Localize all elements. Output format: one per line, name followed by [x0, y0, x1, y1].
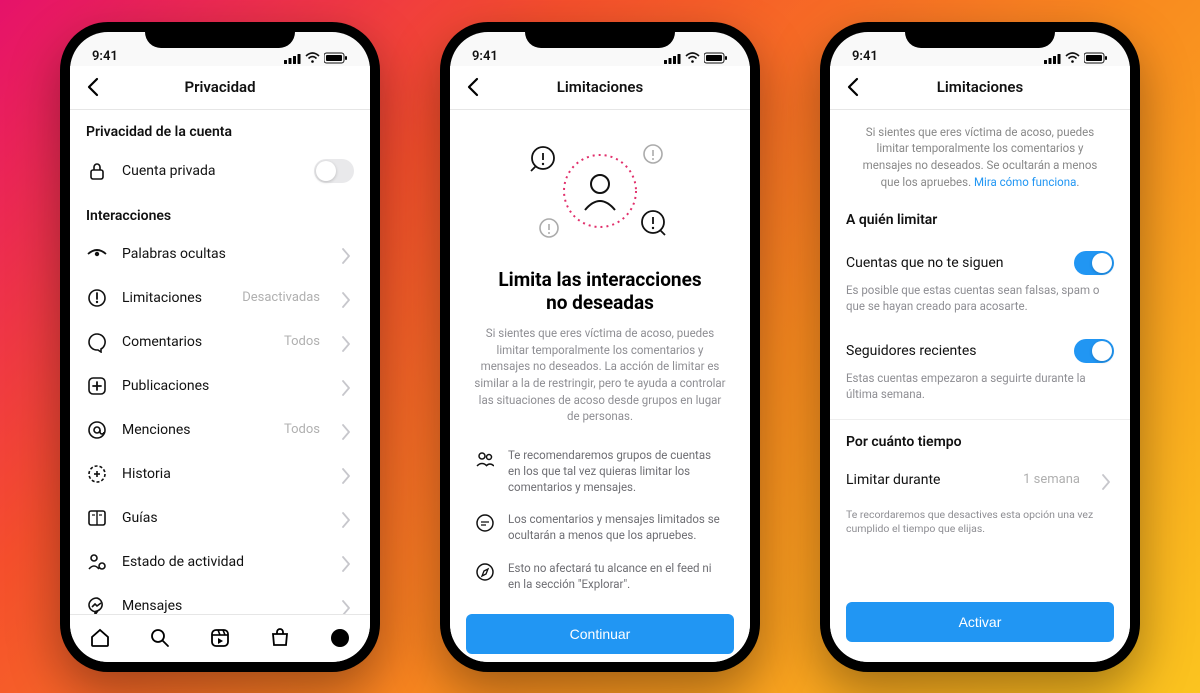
- row-recent-followers[interactable]: Seguidores recientes: [830, 324, 1130, 368]
- notch: [905, 22, 1055, 48]
- row-hidden-words[interactable]: Palabras ocultas: [70, 232, 370, 276]
- page-title: Privacidad: [184, 78, 255, 96]
- back-button[interactable]: [462, 66, 486, 109]
- wifi-icon: [685, 52, 700, 64]
- battery-icon: [324, 52, 348, 64]
- row-private-account[interactable]: Cuenta privada: [70, 148, 370, 194]
- row-messages[interactable]: Mensajes: [70, 584, 370, 614]
- intro-text: Si sientes que eres víctima de acoso, pu…: [830, 110, 1130, 199]
- header: Limitaciones: [450, 66, 750, 110]
- tab-home[interactable]: [88, 626, 112, 650]
- chevron-right-icon: [334, 244, 354, 264]
- messenger-icon: [86, 595, 108, 614]
- row-limits[interactable]: Limitaciones Desactivadas: [70, 276, 370, 320]
- row-story[interactable]: Historia: [70, 452, 370, 496]
- bullet-groups: Te recomendaremos grupos de cuentas en l…: [450, 439, 750, 503]
- chevron-right-icon: [334, 552, 354, 572]
- story-add-icon: [86, 463, 108, 485]
- signal-icon: [284, 52, 301, 64]
- compass-icon: [474, 560, 494, 592]
- header: Privacidad: [70, 66, 370, 110]
- comment-icon: [474, 511, 494, 543]
- toggle-non-followers[interactable]: [1074, 251, 1114, 275]
- hero-description: Si sientes que eres víctima de acoso, pu…: [450, 325, 750, 439]
- status-time: 9:41: [92, 49, 118, 64]
- chevron-right-icon: [334, 420, 354, 440]
- how-it-works-link[interactable]: Mira cómo funciona: [974, 175, 1076, 189]
- section-duration: Por cuánto tiempo: [830, 419, 1130, 458]
- chevron-right-icon: [334, 596, 354, 614]
- battery-icon: [704, 52, 728, 64]
- battery-icon: [1084, 52, 1108, 64]
- row-posts[interactable]: Publicaciones: [70, 364, 370, 408]
- guide-icon: [86, 507, 108, 529]
- chevron-right-icon: [334, 508, 354, 528]
- continue-button[interactable]: Continuar: [466, 614, 734, 654]
- tab-bar: [70, 614, 370, 662]
- activity-status-icon: [86, 551, 108, 573]
- row-guides[interactable]: Guías: [70, 496, 370, 540]
- eye-icon: [86, 243, 108, 265]
- row-mentions[interactable]: Menciones Todos: [70, 408, 370, 452]
- row-activity-status[interactable]: Estado de actividad: [70, 540, 370, 584]
- bullet-reach: Esto no afectará tu alcance en el feed n…: [450, 552, 750, 600]
- wifi-icon: [305, 52, 320, 64]
- wifi-icon: [1065, 52, 1080, 64]
- section-who-to-limit: A quién limitar: [830, 198, 1130, 236]
- chevron-right-icon: [334, 464, 354, 484]
- lock-icon: [86, 160, 108, 182]
- toggle-private-account[interactable]: [314, 159, 354, 183]
- alert-circle-icon: [86, 287, 108, 309]
- duration-value: 1 semana: [1023, 472, 1080, 487]
- page-title: Limitaciones: [557, 78, 643, 96]
- bullet-hidden: Los comentarios y mensajes limitados se …: [450, 503, 750, 551]
- at-icon: [86, 419, 108, 441]
- phone-privacy: 9:41 Privacidad Privacidad de la cuenta …: [60, 22, 380, 672]
- comment-icon: [86, 331, 108, 353]
- desc-non-followers: Es posible que estas cuentas sean falsas…: [830, 280, 1130, 324]
- hero-title: Limita las interacciones no deseadas: [450, 262, 750, 326]
- people-icon: [474, 447, 494, 495]
- hero-illustration: [450, 110, 750, 262]
- section-account-privacy: Privacidad de la cuenta: [70, 110, 370, 148]
- header: Limitaciones: [830, 66, 1130, 110]
- status-time: 9:41: [472, 49, 498, 64]
- signal-icon: [664, 52, 681, 64]
- notch: [525, 22, 675, 48]
- signal-icon: [1044, 52, 1061, 64]
- label-private-account: Cuenta privada: [122, 163, 300, 179]
- plus-square-icon: [86, 375, 108, 397]
- section-interactions: Interacciones: [70, 194, 370, 232]
- desc-recent-followers: Estas cuentas empezaron a seguirte duran…: [830, 368, 1130, 412]
- chevron-right-icon: [1094, 470, 1114, 490]
- row-limit-duration[interactable]: Limitar durante 1 semana: [830, 458, 1130, 502]
- back-button[interactable]: [842, 66, 866, 109]
- tab-profile[interactable]: [328, 626, 352, 650]
- tab-reels[interactable]: [208, 626, 232, 650]
- phone-limits-intro: 9:41 Limitaciones: [440, 22, 760, 672]
- row-non-followers[interactable]: Cuentas que no te siguen: [830, 236, 1130, 280]
- row-comments[interactable]: Comentarios Todos: [70, 320, 370, 364]
- chevron-right-icon: [334, 332, 354, 352]
- activate-button[interactable]: Activar: [846, 602, 1114, 642]
- tab-search[interactable]: [148, 626, 172, 650]
- phone-limits-config: 9:41 Limitaciones Si sientes que eres ví…: [820, 22, 1140, 672]
- tab-shop[interactable]: [268, 626, 292, 650]
- back-button[interactable]: [82, 66, 106, 109]
- chevron-right-icon: [334, 376, 354, 396]
- notch: [145, 22, 295, 48]
- status-time: 9:41: [852, 49, 878, 64]
- toggle-recent-followers[interactable]: [1074, 339, 1114, 363]
- page-title: Limitaciones: [937, 78, 1023, 96]
- duration-footnote: Te recordaremos que desactives esta opci…: [830, 502, 1130, 543]
- chevron-right-icon: [334, 288, 354, 308]
